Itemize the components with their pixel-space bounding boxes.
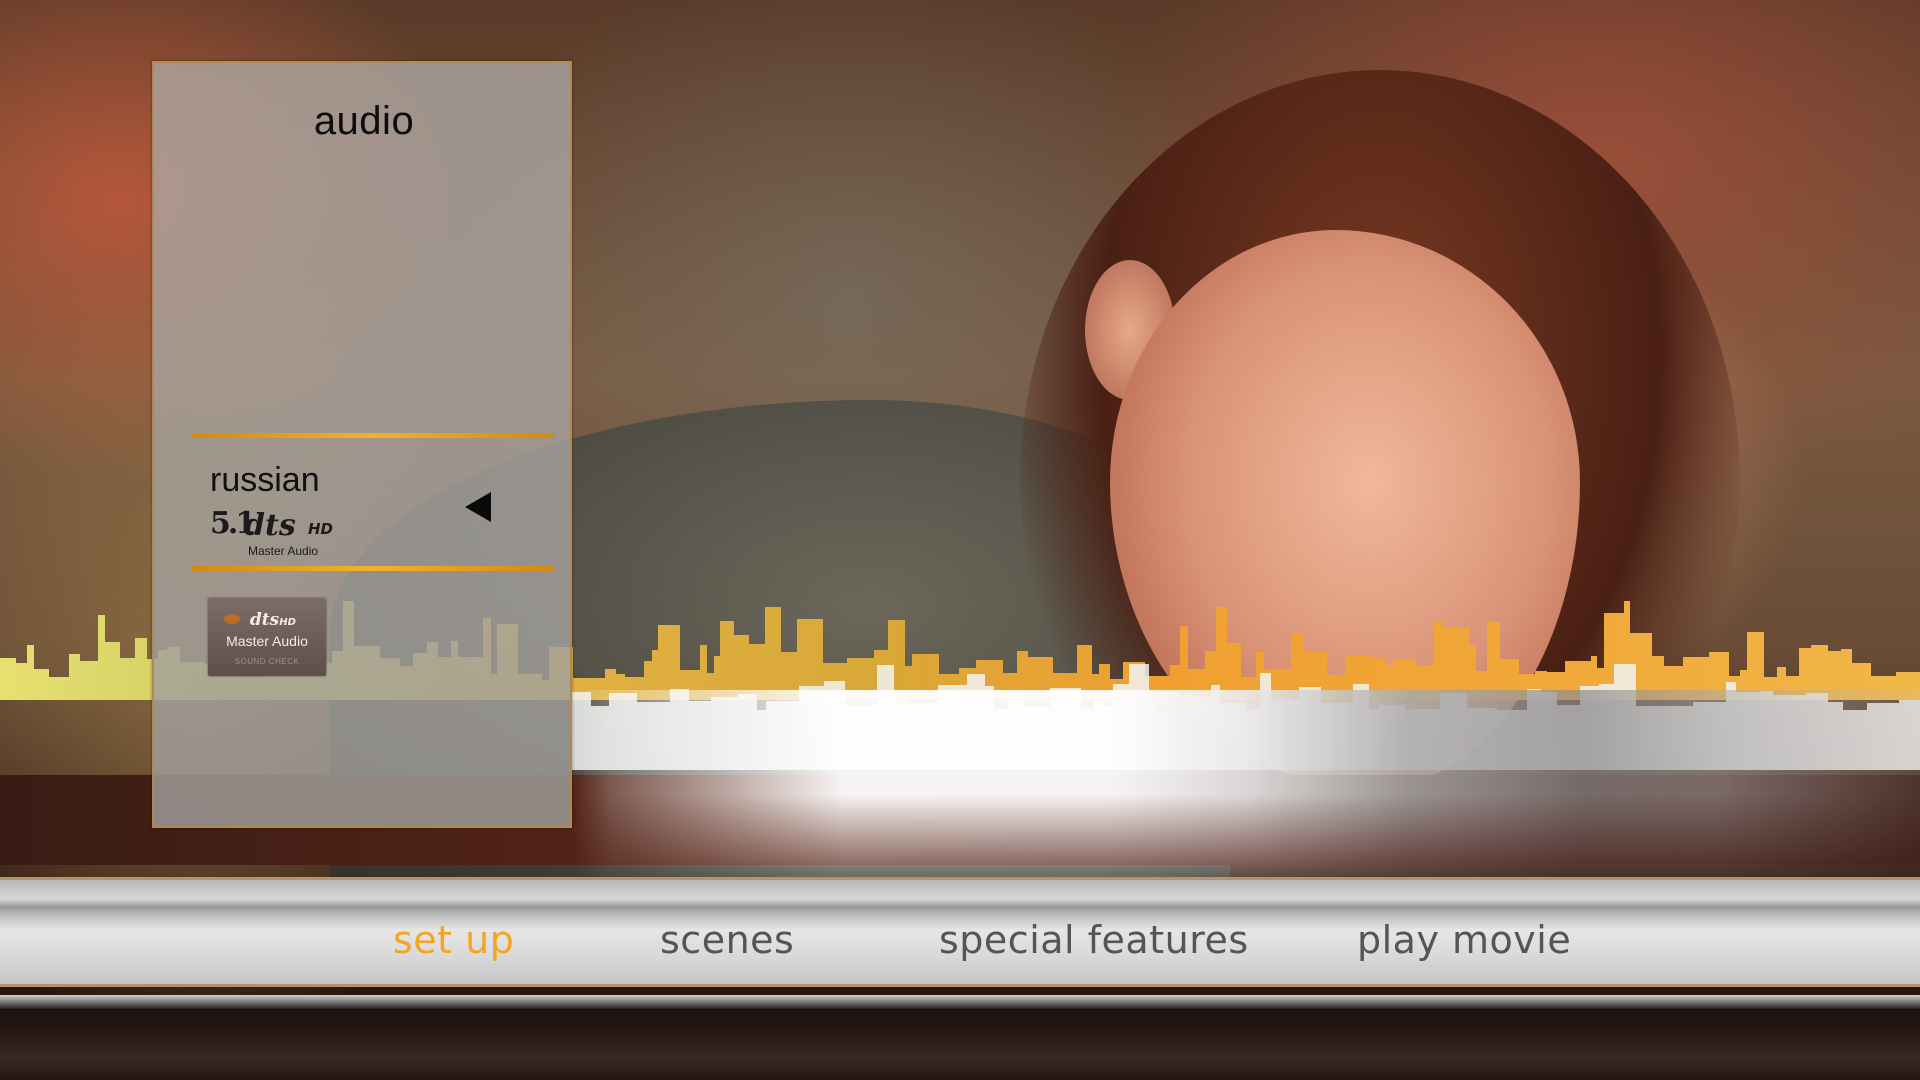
main-menu-bar: set up scenes special features play movi… [0,877,1920,987]
menu-bottom-rule [0,995,1920,1009]
audio-panel-title: audio [313,99,415,143]
audio-panel: audio russian 5.1 dts HD Master Audio dt… [152,61,572,828]
left-triangle-icon[interactable] [465,492,491,522]
sound-check-title: Master Audio [226,633,308,649]
menu-item-special-features[interactable]: special features [939,918,1249,962]
menu-item-play-movie[interactable]: play movie [1357,918,1571,962]
dts-logo-text: dts [244,508,296,543]
selection-line-bottom [192,566,554,571]
dts-sound-check-button[interactable]: dtsHD Master Audio SOUND CHECK [208,598,326,676]
menu-item-scenes[interactable]: scenes [660,918,794,962]
background-bottom-band [0,1009,1920,1080]
dts-master-audio-caption: Master Audio [248,544,319,558]
sound-check-logo-text: dts [249,610,280,630]
dts-hd-suffix: HD [308,520,334,538]
sound-check-caption: SOUND CHECK [234,657,300,666]
skyline-reflection [572,690,1920,880]
sound-check-logo-suffix: HD [279,617,296,628]
audio-track-language[interactable]: russian [210,461,320,500]
dts-hd-format-logo: 5.1 dts HD Master Audio [210,504,350,560]
selection-line-top [192,433,554,438]
menu-item-set-up[interactable]: set up [393,918,514,962]
sound-check-logo: dtsHD [208,610,326,630]
